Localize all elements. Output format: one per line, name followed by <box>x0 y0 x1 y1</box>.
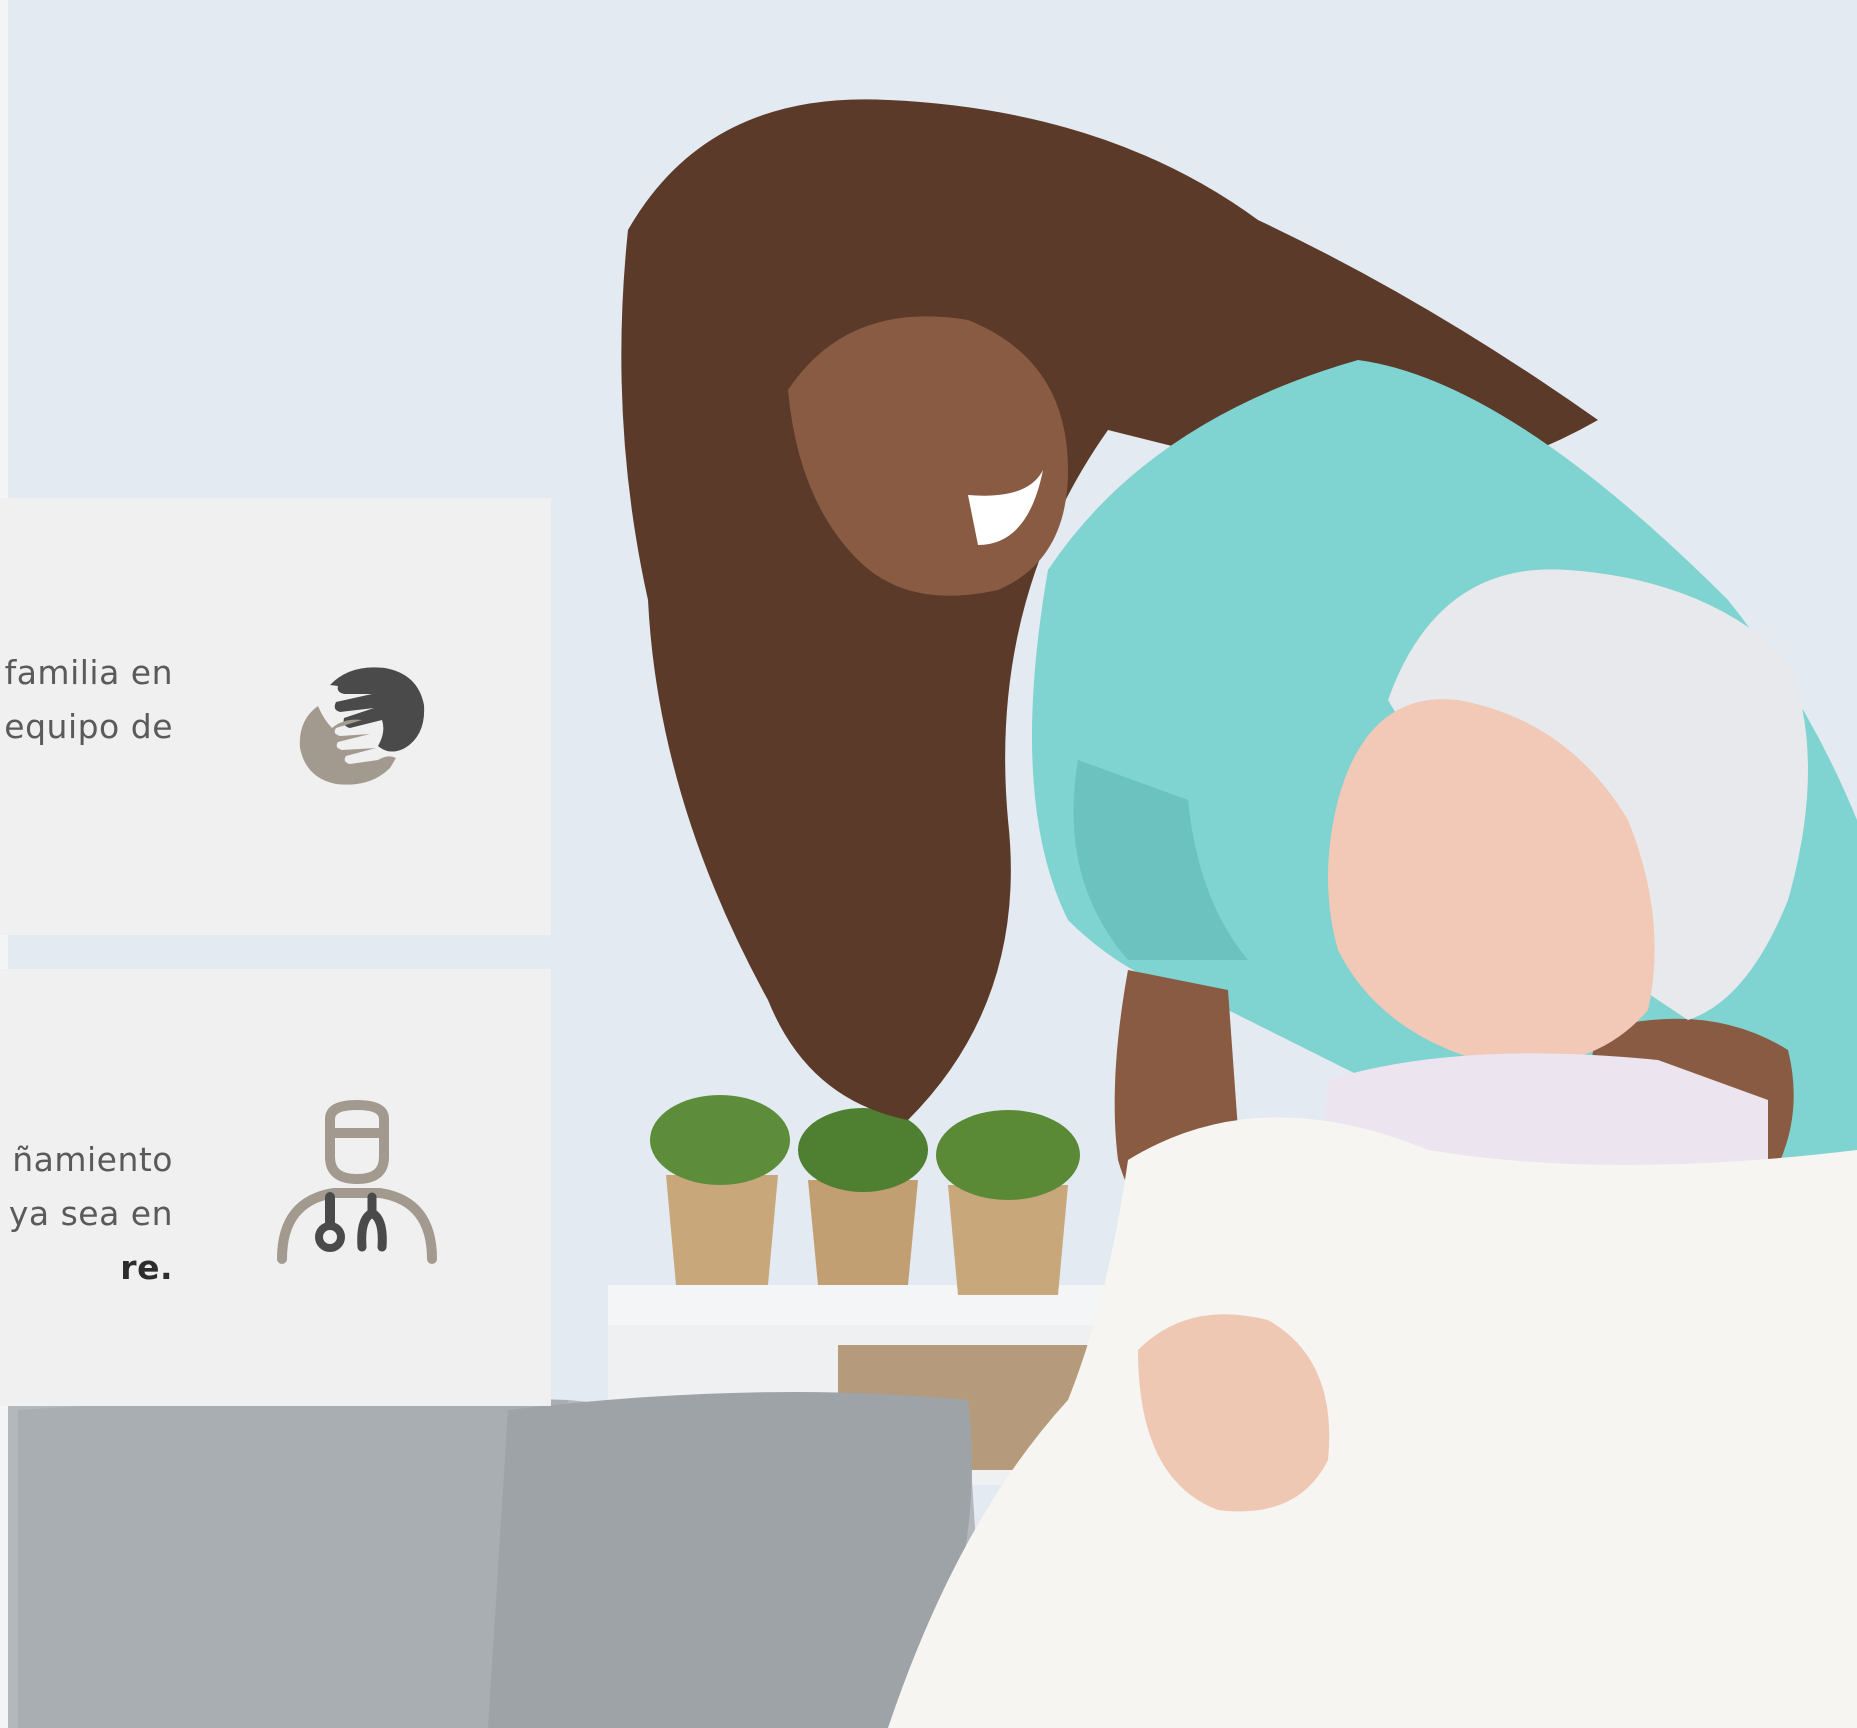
doctor-stethoscope-icon <box>277 1099 437 1264</box>
plant-pots <box>650 1095 1080 1295</box>
card-description: ñamiento ya sea en re. <box>0 1133 173 1295</box>
card-text-line-2: ya sea en <box>8 1194 173 1233</box>
card-text-line-3-bold: re. <box>120 1248 173 1287</box>
cushion <box>488 1392 972 1728</box>
card-text-line-2: equipo de <box>4 707 173 746</box>
page: familia en equipo de ñamiento ya sea en … <box>0 0 1857 1728</box>
feature-card-medical: ñamiento ya sea en re. <box>0 969 551 1406</box>
card-text-line-1: ñamiento <box>12 1140 173 1179</box>
card-text-line-1: familia en <box>4 653 173 692</box>
card-description: familia en equipo de <box>0 646 173 754</box>
feature-card-family: familia en equipo de <box>0 498 551 935</box>
hands-care-icon <box>299 667 425 785</box>
